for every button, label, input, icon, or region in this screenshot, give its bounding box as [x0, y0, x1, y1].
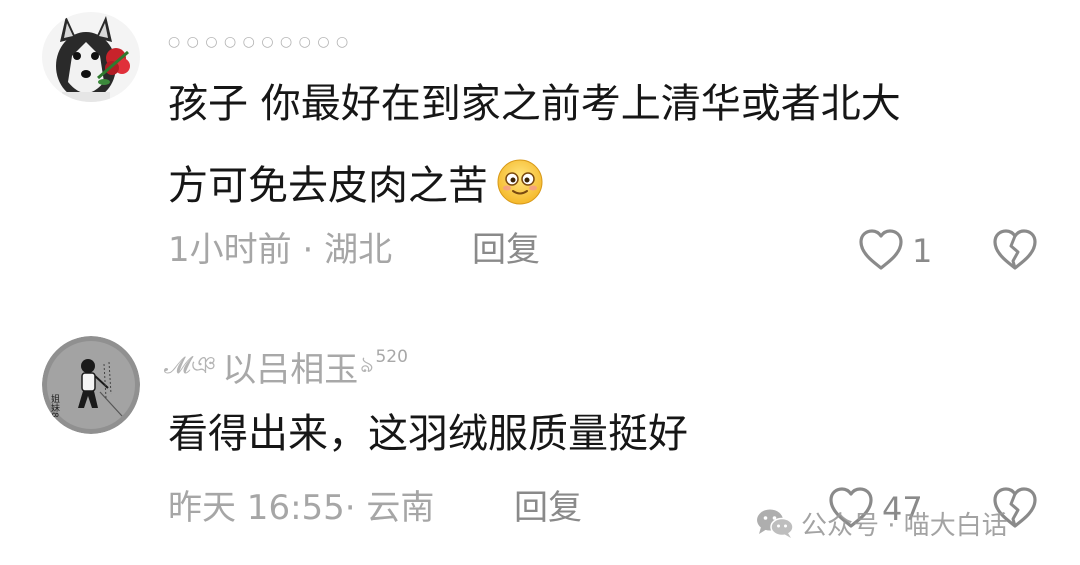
watermark: 公众号 · 喵大白话	[755, 505, 1008, 541]
username[interactable]: ○ ○ ○ ○ ○ ○ ○ ○ ○ ○	[168, 34, 349, 50]
comment-meta: 昨天 16:55· 云南	[168, 491, 434, 525]
username[interactable]: 𝓜ঞ 以吕相玉 ঌ 520	[164, 342, 408, 391]
avatar-text: 姐妹8	[49, 393, 60, 418]
username-text: 以吕相玉	[222, 350, 359, 390]
location: 湖北	[324, 230, 393, 270]
avatar[interactable]: 姐妹8	[42, 336, 140, 434]
avatar[interactable]	[42, 12, 140, 102]
username-suffix: ঌ	[360, 353, 374, 378]
cartoon-boy-avatar-icon: 姐妹8	[42, 336, 140, 434]
smiling-emoji-icon	[496, 158, 544, 213]
timestamp: 1小时前	[168, 230, 292, 270]
comment-text: 看得出来，这羽绒服质量挺好	[168, 411, 688, 457]
comment-meta: 1小时前 · 湖北	[168, 233, 392, 267]
comment-item: ○ ○ ○ ○ ○ ○ ○ ○ ○ ○ 孩子 你最好在到家之前考上清华或者北大 …	[0, 0, 1080, 290]
comment-text: 方可免去皮肉之苦	[168, 162, 488, 209]
broken-heart-icon[interactable]	[992, 228, 1038, 272]
like-count: 1	[912, 232, 933, 270]
username-prefix: 𝓜ঞ	[164, 350, 217, 379]
wechat-icon	[757, 509, 794, 538]
comment-text-line-2: 方可免去皮肉之苦	[168, 158, 544, 213]
reply-button[interactable]: 回复	[472, 233, 540, 267]
comment-text-line-1: 孩子 你最好在到家之前考上清华或者北大	[168, 81, 901, 127]
separator: ·	[291, 230, 325, 270]
husky-with-rose-avatar-icon	[42, 12, 140, 102]
heart-icon[interactable]	[858, 228, 904, 272]
timestamp: 昨天 16:55	[168, 488, 345, 528]
watermark-text: 公众号 · 喵大白话	[801, 510, 1008, 541]
username-badge: 520	[375, 346, 408, 367]
reply-button[interactable]: 回复	[514, 491, 582, 525]
separator: ·	[344, 488, 367, 528]
location: 云南	[366, 488, 435, 528]
